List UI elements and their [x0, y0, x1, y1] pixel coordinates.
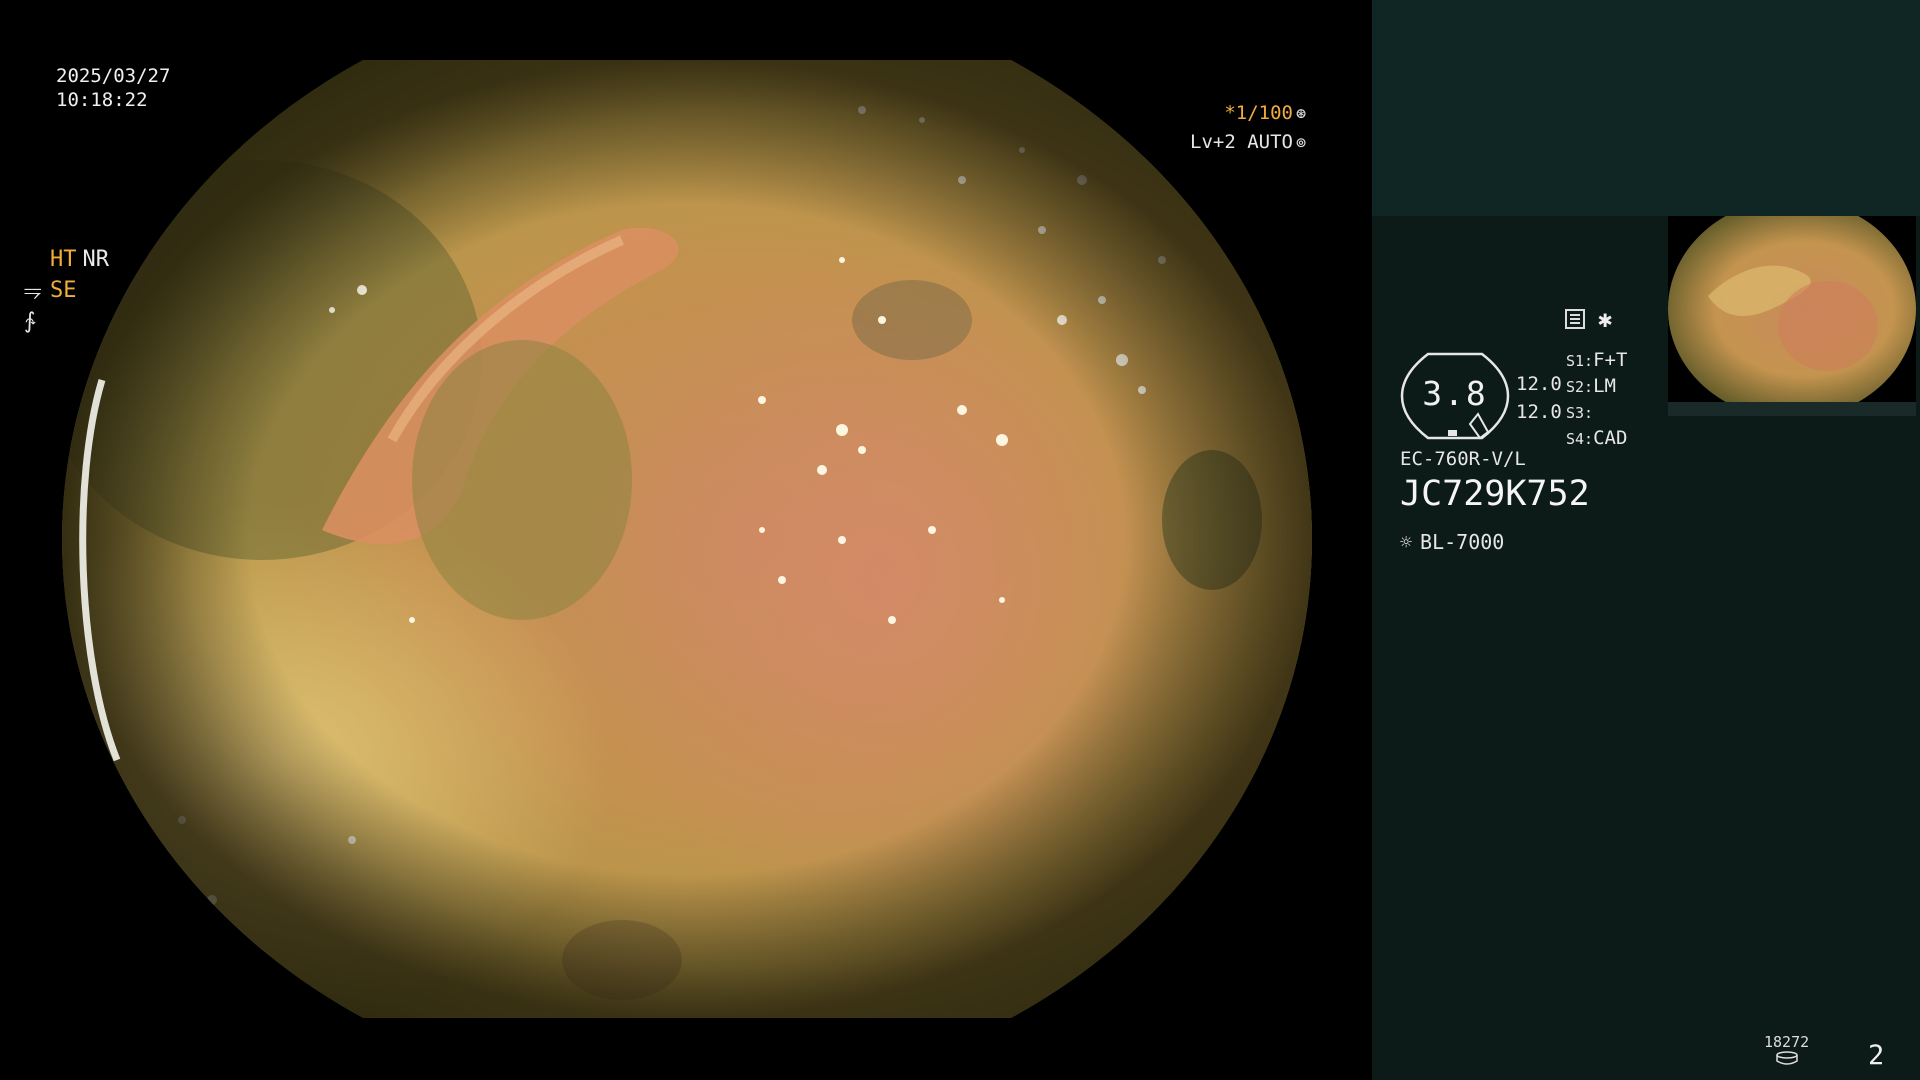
- panel-header-area: [1372, 0, 1920, 216]
- shutter-row: *1/100 ⊛: [1190, 99, 1306, 128]
- tone-row: ∱: [24, 306, 109, 337]
- exposure-info: *1/100 ⊛ Lv+2 AUTO ⊚: [1190, 99, 1306, 157]
- brightness-level: Lv+2 AUTO: [1190, 131, 1293, 153]
- time-label: 10:18:22: [56, 89, 148, 111]
- switch-s2: S2:LM: [1566, 375, 1616, 397]
- light-source: ☼ BL-7000: [1400, 530, 1504, 554]
- shutter-icon: ⊛: [1295, 104, 1307, 124]
- se-row: ⥭ SE: [24, 275, 109, 306]
- scope-serial: JC729K752: [1400, 474, 1590, 514]
- switch-assignments: S1:F+T S2:LM S3: S4:CAD: [1566, 348, 1627, 452]
- thumbnail-status-bar: [1668, 402, 1916, 416]
- iris-icon: ⊚: [1295, 133, 1307, 153]
- shutter-speed: *1/100: [1224, 102, 1293, 124]
- readout-2: 12.0: [1516, 401, 1562, 423]
- meter-value: 3.8: [1422, 374, 1488, 413]
- asterisk-icon: ✱: [1598, 305, 1613, 333]
- switch-s1: S1:F+T: [1566, 349, 1628, 371]
- switch-s4: S4:CAD: [1566, 427, 1628, 449]
- settings-list-icon: [1565, 309, 1585, 329]
- date-label: 2025/03/27: [56, 65, 171, 87]
- scope-model: EC-760R-V/L: [1400, 448, 1526, 470]
- light-source-model: BL-7000: [1420, 530, 1505, 554]
- meter-readouts: 12.0 12.0: [1516, 370, 1562, 426]
- se-mode: SE: [50, 278, 77, 303]
- counter-value: 18272: [1764, 1033, 1810, 1051]
- ht-nr-row: HT NR: [24, 244, 109, 275]
- nr-mode: NR: [82, 247, 110, 272]
- endoscopy-view: [0, 0, 1372, 1080]
- image-counter: 18272: [1764, 1033, 1809, 1069]
- switch-s3: S3:: [1566, 404, 1594, 422]
- ht-mode: HT: [50, 247, 77, 272]
- storage-icon: [1775, 1051, 1798, 1065]
- structure-enhance-icon: ⥭: [24, 278, 42, 303]
- page-number: 2: [1868, 1040, 1885, 1071]
- mode-indicators: HT NR ⥭ SE ∱: [24, 244, 109, 337]
- captured-thumbnail[interactable]: [1668, 216, 1916, 402]
- timestamp: 2025/03/27 10:18:22: [56, 64, 170, 112]
- readout-1: 12.0: [1516, 373, 1562, 395]
- light-source-icon: ☼: [1400, 530, 1413, 554]
- level-row: Lv+2 AUTO ⊚: [1190, 128, 1306, 157]
- endoscopic-image: [62, 60, 1312, 1018]
- tone-curve-icon: ∱: [24, 309, 36, 334]
- insertion-meter: 3.8: [1400, 352, 1510, 440]
